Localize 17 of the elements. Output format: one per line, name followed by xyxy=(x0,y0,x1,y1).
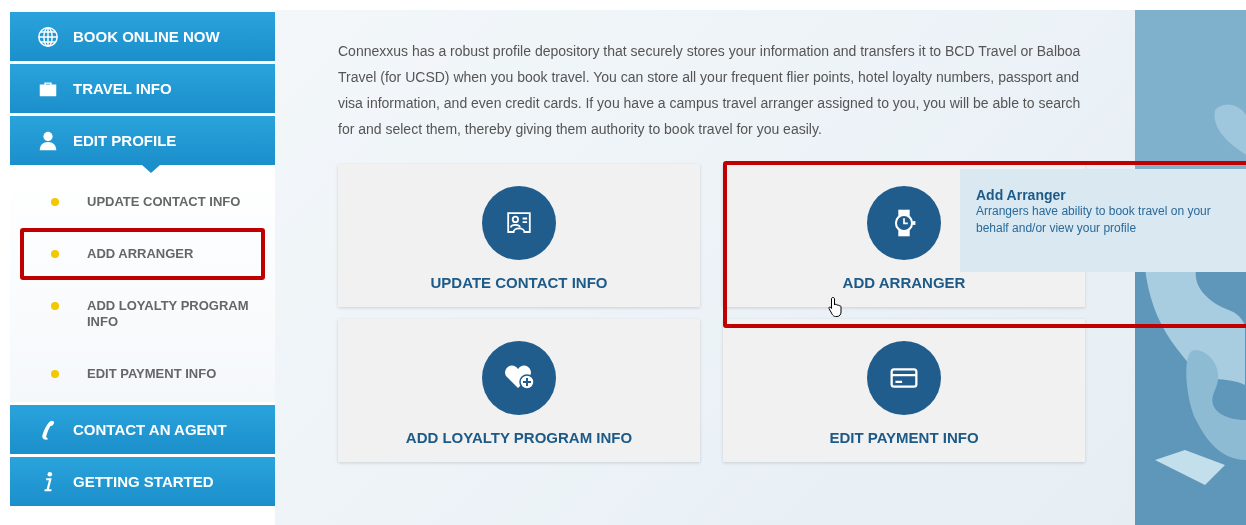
nav-item[interactable]: BOOK ONLINE NOW xyxy=(10,12,275,61)
intro-paragraph: Connexxus has a robust profile depository that securely stores your information and transfers it to BCD Travel or Balboa Travel (for UCSD) when you book travel. You can store all your frequent flier points, hotel loyalty numbers, passport and visa information, and even credit cards. If you have a campus travel arranger assigned to you, you will be able to search for and select them, thereby giving them authority to book travel for you easily. xyxy=(338,42,1082,139)
nav-item[interactable]: GETTING STARTED xyxy=(10,457,275,506)
nav-item[interactable]: TRAVEL INFO xyxy=(10,64,275,113)
tooltip-title: Add Arranger xyxy=(976,187,1067,203)
submenu-item[interactable]: ADD ARRANGER xyxy=(20,228,265,280)
action-card[interactable]: EDIT PAYMENT INFO xyxy=(723,319,1085,462)
action-card[interactable]: ADD LOYALTY PROGRAM INFO xyxy=(338,319,700,462)
hand-cursor-icon xyxy=(828,296,844,318)
nav-item[interactable]: CONTACT AN AGENT xyxy=(10,405,275,454)
submenu-item[interactable]: ADD LOYALTY PROGRAM INFO xyxy=(20,280,265,348)
nav-item[interactable]: EDIT PROFILE xyxy=(10,116,275,165)
submenu-item[interactable]: EDIT PAYMENT INFO xyxy=(20,348,265,400)
globe-icon xyxy=(37,25,59,48)
person-icon xyxy=(37,129,59,152)
action-card[interactable]: UPDATE CONTACT INFO xyxy=(338,164,700,307)
submenu-item[interactable]: UPDATE CONTACT INFO xyxy=(20,176,265,228)
